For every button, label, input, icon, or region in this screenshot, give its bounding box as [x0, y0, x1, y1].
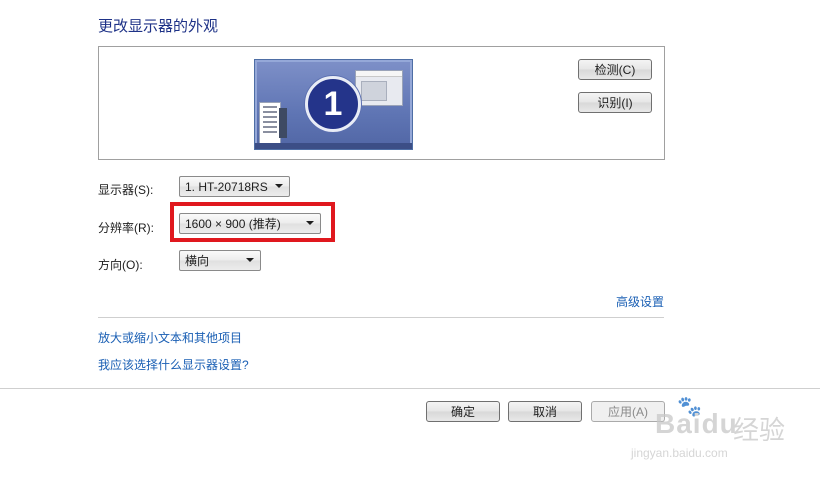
- display-label: 显示器(S):: [98, 183, 154, 197]
- resolution-highlight-box: [170, 202, 335, 242]
- text-size-link[interactable]: 放大或缩小文本和其他项目: [98, 329, 242, 346]
- display-select-value: 1. HT-20718RS: [185, 179, 268, 194]
- ok-button[interactable]: 确定: [426, 401, 500, 422]
- watermark-url: jingyan.baidu.com: [631, 446, 728, 460]
- cancel-button[interactable]: 取消: [508, 401, 582, 422]
- orientation-select[interactable]: 横向: [179, 250, 261, 271]
- chevron-down-icon: [246, 258, 254, 262]
- orientation-label: 方向(O):: [98, 258, 143, 272]
- resolution-label: 分辨率(R):: [98, 221, 154, 235]
- display-select[interactable]: 1. HT-20718RS: [179, 176, 290, 197]
- page-title: 更改显示器的外观: [98, 18, 219, 35]
- watermark-brand: Baidu: [655, 408, 738, 439]
- monitor-preview-area: 1 检测(C) 识别(I): [98, 46, 665, 160]
- baidu-watermark: 🐾 Baidu 经验 jingyan.baidu.com: [625, 396, 786, 470]
- mini-taskbar: [255, 143, 412, 149]
- monitor-number-badge: 1: [305, 76, 361, 132]
- which-settings-link[interactable]: 我应该选择什么显示器设置?: [98, 356, 249, 373]
- identify-button[interactable]: 识别(I): [578, 92, 652, 113]
- monitor-1-thumbnail[interactable]: 1: [254, 59, 413, 150]
- watermark-cn: 经验: [733, 415, 786, 445]
- mini-scrollbar-icon: [279, 108, 287, 138]
- section-divider: [98, 317, 664, 318]
- chevron-down-icon: [275, 184, 283, 188]
- mini-document-icon: [259, 102, 281, 144]
- mini-window-icon: [355, 70, 403, 106]
- advanced-settings-link[interactable]: 高级设置: [616, 293, 664, 310]
- orientation-select-value: 横向: [185, 254, 210, 268]
- detect-button[interactable]: 检测(C): [578, 59, 652, 80]
- footer-divider: [0, 388, 820, 389]
